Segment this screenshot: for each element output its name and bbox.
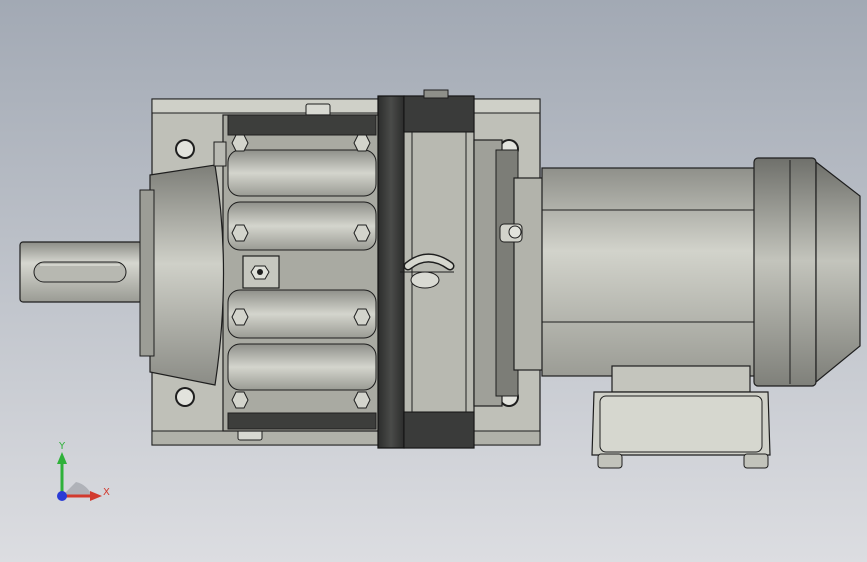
grease-nipple[interactable] [499,223,523,243]
finned-casting[interactable] [222,114,381,432]
axis-triad: Y X [48,440,118,510]
output-shaft[interactable] [19,241,143,303]
bearing-cover[interactable] [139,141,227,386]
3d-viewport[interactable]: Y X [0,0,867,562]
fan-cover[interactable] [753,157,861,387]
flange-ring[interactable] [377,89,475,449]
axis-y-label: Y [59,441,66,452]
motor-adapter[interactable] [473,139,545,407]
motor-body[interactable] [541,167,757,377]
gear-motor-model[interactable] [0,0,867,562]
terminal-box[interactable] [591,365,771,469]
axis-x-label: X [103,487,110,498]
